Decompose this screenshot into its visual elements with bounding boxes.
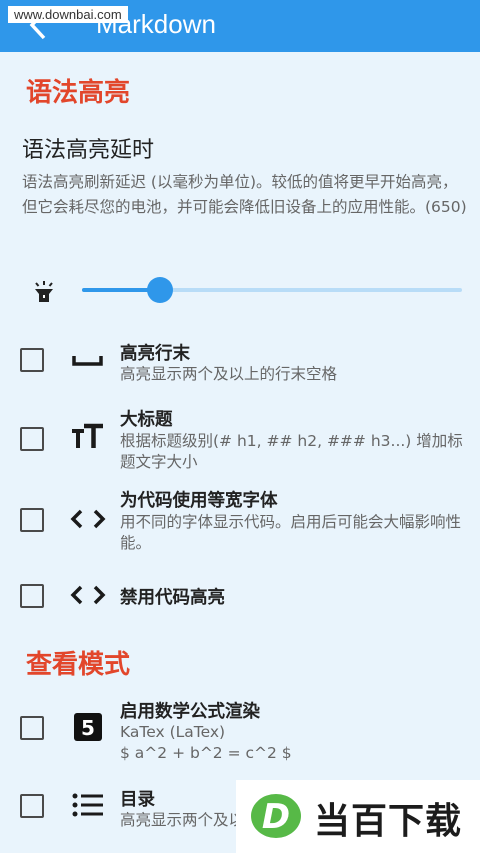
delay-pref-description: 语法高亮刷新延迟 (以毫秒为单位)。较低的值将更早开始高亮，但它会耗尽您的电池，… [22, 173, 467, 216]
row-description: 用不同的字体显示代码。启用后可能会大幅影响性能。 [120, 513, 462, 552]
flashlight-icon [35, 281, 53, 302]
list-icon [72, 793, 103, 817]
delay-pref-title: 语法高亮延时 [22, 138, 155, 163]
row-title: 目录 [120, 790, 155, 810]
delay-slider[interactable] [82, 277, 462, 303]
brand-logo-icon: D [251, 794, 301, 838]
svg-text:5: 5 [81, 716, 95, 740]
checkbox-monospace-code[interactable] [20, 508, 44, 532]
brand-text: 当百下载 [314, 801, 463, 842]
html5-icon: 5 [74, 713, 102, 741]
row-title: 高亮行末 [120, 344, 190, 364]
row-description: KaTex (LaTex) $ a^2 + b^2 = c^2 $ [120, 723, 292, 762]
row-description: 高亮显示两个及以上的行末空格 [120, 365, 338, 383]
watermark-url: www.downbai.com [8, 6, 128, 23]
text-size-icon [72, 423, 103, 448]
checkbox-table-of-contents[interactable] [20, 794, 44, 818]
space-bar-icon [72, 356, 103, 366]
row-title: 大标题 [120, 410, 173, 430]
checkbox-math-rendering[interactable] [20, 716, 44, 740]
brand-watermark: D 当百下载 [236, 780, 480, 853]
slider-thumb[interactable] [147, 277, 174, 303]
row-title: 启用数学公式渲染 [120, 702, 260, 722]
checkbox-large-headers[interactable] [20, 427, 44, 451]
checkbox-highlight-line-end[interactable] [20, 348, 44, 372]
code-icon [70, 509, 106, 529]
section-header-view: 查看模式 [26, 650, 131, 680]
checkbox-disable-code-highlight[interactable] [20, 584, 44, 608]
row-title: 禁用代码高亮 [120, 588, 225, 608]
section-header-syntax: 语法高亮 [26, 78, 131, 108]
code-icon [70, 585, 106, 605]
row-description: 根据标题级别(# h1, ## h2, ### h3...) 增加标题文字大小 [120, 432, 463, 471]
row-title: 为代码使用等宽字体 [120, 491, 278, 511]
app-bar: Markdown www.downbai.com [0, 0, 480, 52]
brand-logo-letter: D [262, 797, 290, 837]
